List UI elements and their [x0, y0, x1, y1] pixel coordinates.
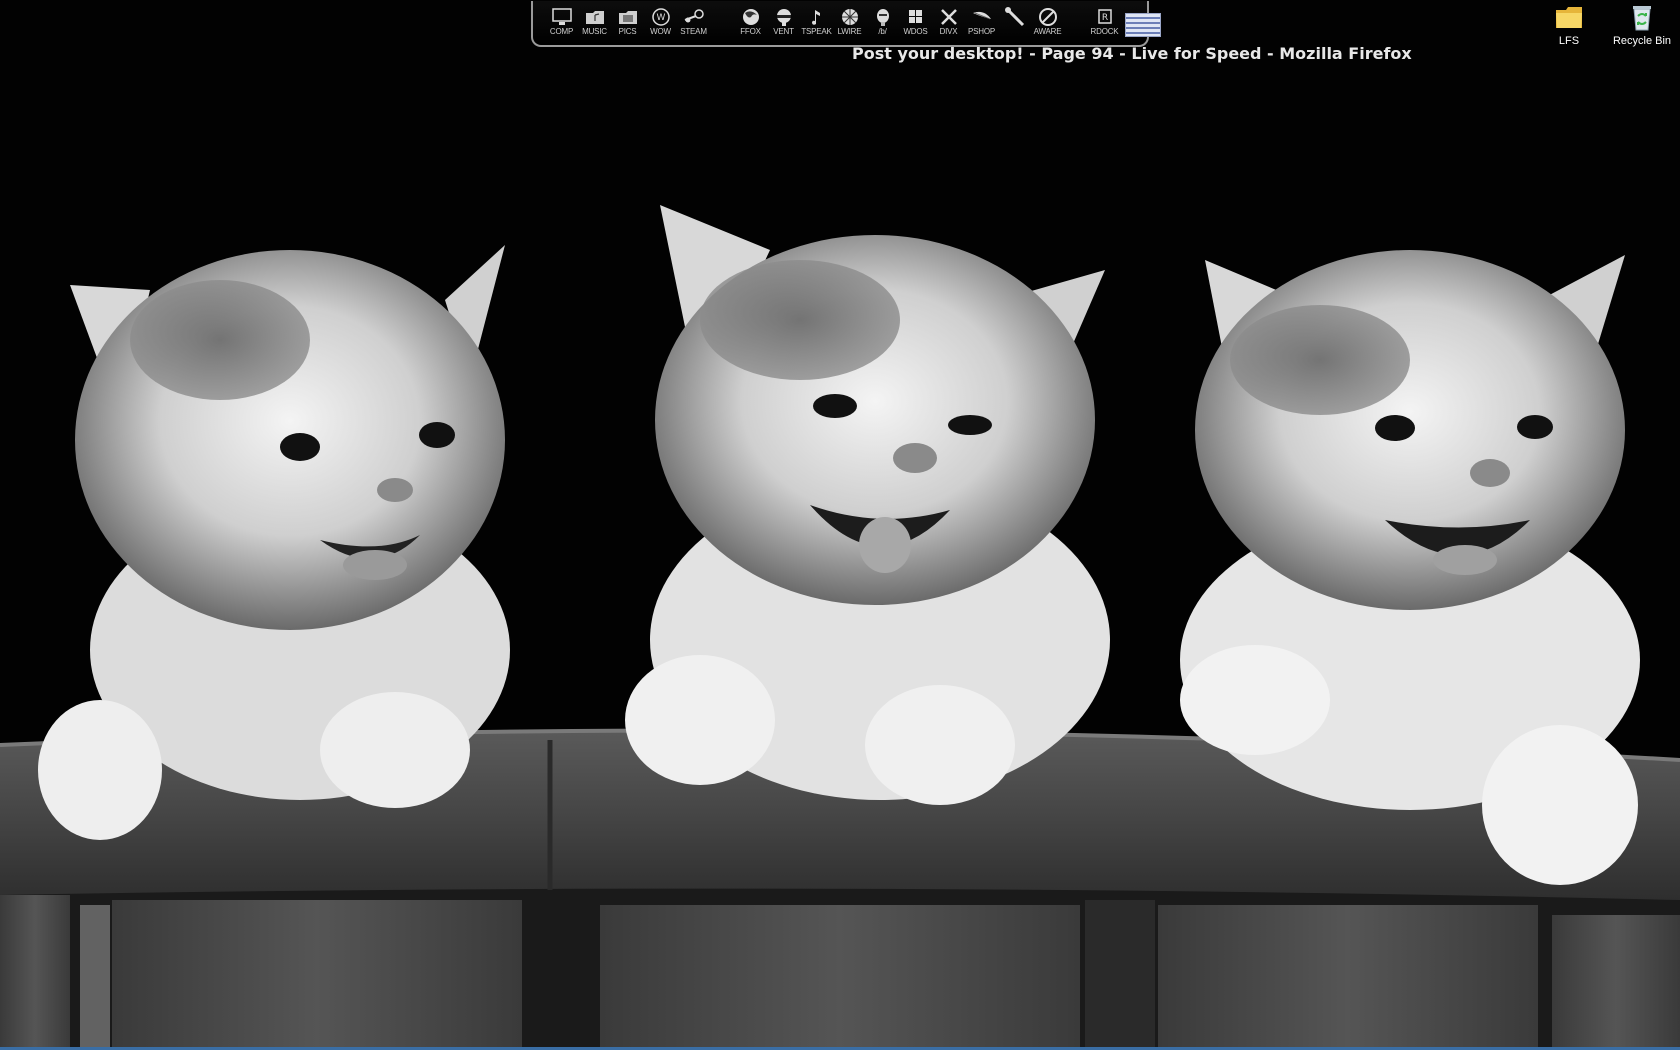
window-title: Post your desktop! - Page 94 - Live for …: [852, 44, 1412, 63]
dock-item-divx[interactable]: DIVX: [932, 7, 965, 37]
dock-label: COMP: [549, 27, 574, 36]
rocketdock-icon: R: [1097, 9, 1112, 24]
dock-label: STEAM: [680, 27, 707, 36]
dock-item-steam[interactable]: STEAM: [677, 7, 710, 37]
dock-label: RDOCK: [1090, 27, 1119, 36]
firefox-icon: [742, 9, 759, 25]
dock-label: /b/: [878, 27, 887, 36]
svg-text:R: R: [1101, 13, 1107, 23]
dock-item-rdock[interactable]: R RDOCK: [1088, 7, 1121, 37]
dock-group-apps: COMP MUSIC PICS W WOW STEAM: [545, 7, 710, 37]
b-board-icon: [876, 9, 889, 26]
pictures-folder-icon: [618, 11, 637, 24]
dock-label: TSPEAK: [801, 27, 832, 36]
divx-icon: [940, 9, 957, 25]
wallpaper-kittens-image: [0, 0, 1680, 1050]
dock-group-tools: FFOX VENT TSPEAK LWIRE /b/ WDOS DIVX PSH…: [734, 7, 1064, 37]
dock-label: PICS: [618, 27, 637, 36]
dock-item-brush[interactable]: [998, 7, 1031, 27]
dock-item-aware[interactable]: AWARE: [1031, 7, 1064, 37]
desktop-icon-label: Recycle Bin: [1612, 35, 1672, 47]
system-meter-icon[interactable]: [1125, 13, 1161, 37]
launcher-dock: COMP MUSIC PICS W WOW STEAM FFOX VENT TS…: [531, 1, 1161, 47]
dock-item-comp[interactable]: COMP: [545, 7, 578, 37]
brush-icon: [1004, 7, 1024, 27]
dock-item-pshop[interactable]: PSHOP: [965, 7, 998, 37]
dock-label: AWARE: [1033, 27, 1062, 36]
steam-logo-icon: [684, 9, 704, 23]
dock-label: LWIRE: [837, 27, 862, 36]
dock-label: WOW: [650, 27, 671, 36]
desktop-icon-lfs[interactable]: LFS: [1534, 4, 1604, 47]
desktop[interactable]: COMP MUSIC PICS W WOW STEAM FFOX VENT TS…: [0, 0, 1680, 1050]
svg-text:W: W: [656, 13, 665, 23]
ventrilo-icon: [776, 9, 791, 26]
dock-item-lwire[interactable]: LWIRE: [833, 7, 866, 37]
dock-item-pics[interactable]: PICS: [611, 7, 644, 37]
desktop-icon-label: LFS: [1558, 35, 1580, 47]
dock-label: MUSIC: [582, 27, 607, 36]
folder-icon: [1556, 7, 1582, 28]
dock-item-tspeak[interactable]: TSPEAK: [800, 7, 833, 37]
adaware-icon: [1038, 8, 1057, 26]
dock-group-system: R RDOCK: [1088, 7, 1161, 37]
limewire-icon: [841, 9, 858, 25]
dock-label: FFOX: [740, 27, 761, 36]
dock-label: WDOS: [903, 27, 928, 36]
teamspeak-icon: [811, 10, 820, 25]
windows-logo-icon: [908, 10, 922, 23]
dock-item-ffox[interactable]: FFOX: [734, 7, 767, 37]
photoshop-feather-icon: [972, 11, 991, 20]
recycle-bin-icon: [1633, 6, 1651, 31]
dock-label: VENT: [773, 27, 794, 36]
dock-item-wdos[interactable]: WDOS: [899, 7, 932, 37]
desktop-icon-recycle-bin[interactable]: Recycle Bin: [1607, 2, 1677, 47]
dock-item-music[interactable]: MUSIC: [578, 7, 611, 37]
dock-item-vent[interactable]: VENT: [767, 7, 800, 37]
music-folder-icon: [585, 11, 604, 24]
monitor-icon: [551, 8, 572, 25]
dock-label: PSHOP: [967, 27, 995, 36]
dock-label: DIVX: [939, 27, 958, 36]
dock-item-b[interactable]: /b/: [866, 7, 899, 37]
dock-item-wow[interactable]: W WOW: [644, 7, 677, 37]
wow-logo-icon: W: [651, 8, 670, 26]
